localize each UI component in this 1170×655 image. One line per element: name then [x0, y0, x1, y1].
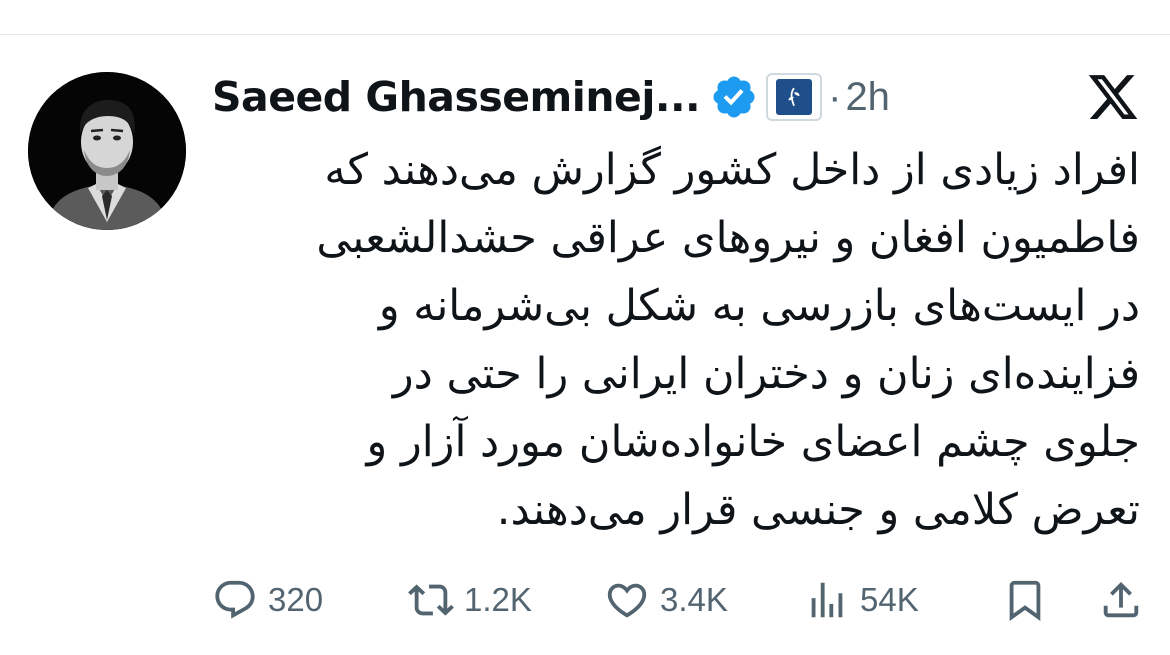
tweet-line: فاطمیون افغان و نیروهای عراقی حشدالشعبی: [316, 213, 1140, 263]
x-logo-icon[interactable]: [1086, 72, 1140, 122]
repost-button[interactable]: 1.2K: [408, 572, 532, 628]
share-button[interactable]: [1098, 572, 1144, 628]
views-count: 54K: [860, 581, 919, 618]
header-separator: ·: [828, 74, 842, 119]
display-name[interactable]: Saeed Ghasseminej...: [212, 73, 701, 121]
views-button[interactable]: 54K: [804, 572, 919, 628]
tweet-text: افراد زیادی از داخل کشور گزارش می‌دهند ک…: [200, 136, 1140, 544]
tweet-header: Saeed Ghasseminej... · 2h: [212, 66, 890, 128]
top-divider: [0, 34, 1170, 35]
heart-icon: [607, 583, 647, 618]
like-button[interactable]: 3.4K: [604, 572, 728, 628]
bookmark-button[interactable]: [1002, 572, 1048, 628]
views-icon: [811, 582, 843, 618]
affiliate-badge-icon[interactable]: [766, 73, 823, 121]
tweet-line: فزاینده‌ای زنان و دختران ایرانی را حتی د…: [392, 349, 1140, 399]
tweet-line: تعرض کلامی و جنسی قرار می‌دهند.: [496, 485, 1140, 535]
action-bar: 320 1.2K 3.4K 54K: [200, 572, 1145, 628]
reply-count: 320: [268, 581, 324, 618]
timestamp[interactable]: 2h: [845, 75, 890, 120]
tweet-line: افراد زیادی از داخل کشور گزارش می‌دهند ک…: [324, 145, 1140, 195]
avatar-photo: [28, 72, 186, 230]
repost-icon: [408, 584, 454, 616]
tweet-line: در ایست‌های بازرسی به شکل بی‌شرمانه و: [378, 281, 1140, 331]
avatar[interactable]: [28, 72, 186, 230]
bookmark-icon: [1009, 580, 1041, 621]
repost-count: 1.2K: [464, 581, 532, 618]
tweet-line: جلوی چشم اعضای خانواده‌شان مورد آزار و: [366, 417, 1140, 467]
verified-badge-icon[interactable]: [710, 73, 758, 121]
reply-icon: [215, 580, 255, 619]
share-icon: [1103, 581, 1139, 618]
like-count: 3.4K: [660, 581, 728, 618]
reply-button[interactable]: 320: [212, 572, 323, 628]
